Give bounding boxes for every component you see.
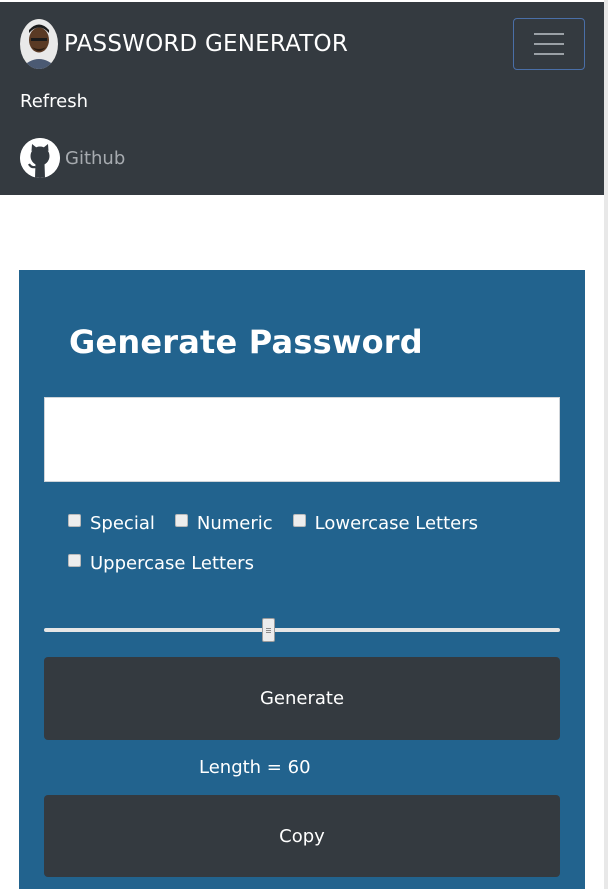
length-readout: Length = 60 <box>199 757 311 778</box>
slider-thumb[interactable] <box>262 618 276 642</box>
option-numeric[interactable]: Numeric <box>174 512 273 534</box>
hamburger-menu-icon <box>534 33 564 55</box>
lowercase-label: Lowercase Letters <box>314 512 479 534</box>
card-title: Generate Password <box>69 323 423 361</box>
special-label: Special <box>90 512 155 534</box>
option-lowercase[interactable]: Lowercase Letters <box>292 512 479 534</box>
github-icon <box>20 138 60 178</box>
brand-link[interactable]: PASSWORD GENERATOR <box>20 19 348 69</box>
numeric-label: Numeric <box>196 512 273 534</box>
length-slider[interactable] <box>44 615 560 645</box>
copy-button[interactable]: Copy <box>44 795 560 877</box>
brand-title: PASSWORD GENERATOR <box>64 30 349 57</box>
github-link[interactable]: Github <box>20 138 125 178</box>
options-row: Uppercase Letters <box>68 550 568 576</box>
numeric-checkbox[interactable] <box>174 513 188 527</box>
generator-card: Generate Password Special Numeric Lowerc… <box>19 270 585 889</box>
avatar <box>20 19 58 69</box>
navbar-toggler-button[interactable] <box>513 18 585 70</box>
page: PASSWORD GENERATOR Refresh Github Genera… <box>0 0 608 889</box>
github-label: Github <box>65 147 126 169</box>
options-row: Special Numeric Lowercase Letters <box>68 510 568 536</box>
generate-button[interactable]: Generate <box>44 657 560 740</box>
slider-track[interactable] <box>44 628 560 632</box>
option-special[interactable]: Special <box>68 513 155 534</box>
option-uppercase[interactable]: Uppercase Letters <box>68 553 254 574</box>
navbar: PASSWORD GENERATOR Refresh Github <box>0 2 604 195</box>
uppercase-checkbox[interactable] <box>68 553 81 567</box>
password-output-field[interactable] <box>44 397 560 482</box>
lowercase-checkbox[interactable] <box>292 513 306 527</box>
scrollbar[interactable] <box>604 0 608 889</box>
special-checkbox[interactable] <box>68 513 81 527</box>
character-options: Special Numeric Lowercase Letters Upperc… <box>68 510 568 590</box>
uppercase-label: Uppercase Letters <box>90 552 254 574</box>
refresh-link[interactable]: Refresh <box>20 91 88 112</box>
